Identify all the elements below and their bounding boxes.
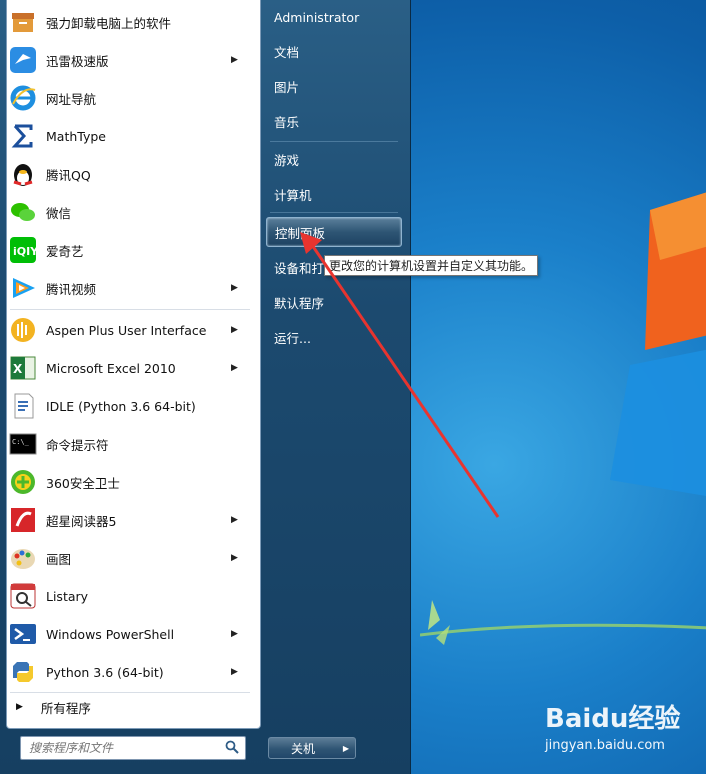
expand-arrow-icon: ▶ [16, 702, 23, 712]
sigma-icon [8, 121, 38, 151]
program-item[interactable]: 360安全卫士 [4, 464, 249, 500]
program-label: MathType [46, 128, 106, 144]
search-box[interactable] [20, 736, 246, 760]
program-item[interactable]: 腾讯QQ [4, 156, 249, 192]
ssreader-icon [8, 505, 38, 535]
games-link[interactable]: 游戏 [266, 144, 402, 174]
paint-palette-icon [8, 543, 38, 573]
program-label: 腾讯视频 [46, 281, 97, 297]
divider [270, 212, 398, 213]
user-name-link[interactable]: Administrator [266, 2, 402, 32]
tencent-video-icon [8, 273, 38, 303]
submenu-arrow-icon: ▶ [231, 363, 238, 373]
program-item[interactable]: iQIY 爱奇艺 [4, 232, 249, 268]
all-programs-label: 所有程序 [40, 700, 91, 716]
search-input[interactable] [27, 739, 221, 757]
program-item[interactable]: IDLE (Python 3.6 64-bit) [4, 388, 249, 424]
uninstall-box-icon [8, 7, 38, 37]
svg-text:iQIY: iQIY [13, 245, 37, 258]
control-panel-tooltip: 更改您的计算机设置并自定义其功能。 [324, 255, 539, 276]
program-label: Listary [46, 588, 89, 604]
python-icon [8, 657, 38, 687]
divider [10, 692, 250, 693]
program-item[interactable]: Windows PowerShell ▶ [4, 616, 249, 652]
control-panel-link[interactable]: 控制面板 [266, 217, 402, 247]
start-menu: 强力卸载电脑上的软件 迅雷极速版 ▶ 网址导航 MathType 腾讯QQ 微信 [0, 0, 411, 774]
chevron-right-icon: ▶ [342, 743, 350, 753]
360-icon [8, 467, 38, 497]
program-item[interactable]: 网址导航 [4, 80, 249, 116]
program-item[interactable]: 迅雷极速版 ▶ [4, 42, 249, 78]
submenu-arrow-icon: ▶ [231, 283, 238, 293]
baidu-watermark: Baidu经验 jingyan.baidu.com [545, 698, 705, 764]
aspen-icon [8, 315, 38, 345]
iqiyi-icon: iQIY [8, 235, 38, 265]
program-label: 360安全卫士 [46, 475, 120, 491]
grass-decoration [420, 600, 706, 645]
idle-icon [8, 391, 38, 421]
program-label: 强力卸载电脑上的软件 [46, 15, 172, 31]
submenu-arrow-icon: ▶ [231, 629, 238, 639]
shutdown-button[interactable]: 关机 [268, 737, 338, 759]
program-item[interactable]: 腾讯视频 ▶ [4, 270, 249, 306]
program-label: Python 3.6 (64-bit) [46, 664, 164, 680]
program-item[interactable]: 强力卸载电脑上的软件 [4, 4, 249, 40]
program-label: 爱奇艺 [46, 243, 84, 259]
program-item[interactable]: C:\_ 命令提示符 [4, 426, 249, 462]
svg-text:C:\_: C:\_ [12, 438, 30, 446]
program-label: 画图 [46, 551, 72, 567]
program-label: Aspen Plus User Interface [46, 322, 207, 338]
xunlei-bird-icon [8, 45, 38, 75]
submenu-arrow-icon: ▶ [231, 55, 238, 65]
svg-text:X: X [13, 362, 23, 376]
program-item[interactable]: 画图 ▶ [4, 540, 249, 576]
shutdown-options-button[interactable]: ▶ [337, 737, 356, 759]
documents-link[interactable]: 文档 [266, 36, 402, 66]
windows-logo [610, 192, 706, 496]
submenu-arrow-icon: ▶ [231, 553, 238, 563]
watermark-brand: Baidu经验 [545, 704, 681, 734]
pictures-link[interactable]: 图片 [266, 71, 402, 101]
submenu-arrow-icon: ▶ [231, 667, 238, 677]
listary-icon [8, 581, 38, 611]
cmd-icon: C:\_ [8, 429, 38, 459]
program-label: IDLE (Python 3.6 64-bit) [46, 398, 196, 414]
program-label: 网址导航 [46, 91, 97, 107]
program-item[interactable]: 超星阅读器5 ▶ [4, 502, 249, 538]
all-programs-button[interactable]: ▶ 所有程序 [4, 695, 249, 719]
program-label: 迅雷极速版 [46, 53, 109, 69]
program-item[interactable]: Python 3.6 (64-bit) ▶ [4, 654, 249, 690]
program-label: 命令提示符 [46, 437, 109, 453]
submenu-arrow-icon: ▶ [231, 325, 238, 335]
wechat-icon [8, 197, 38, 227]
program-label: 超星阅读器5 [46, 513, 117, 529]
submenu-arrow-icon: ▶ [231, 515, 238, 525]
program-item[interactable]: Listary [4, 578, 249, 614]
divider [10, 309, 250, 310]
program-item[interactable]: MathType [4, 118, 249, 154]
program-label: Windows PowerShell [46, 626, 175, 642]
program-label: 腾讯QQ [46, 167, 91, 183]
music-link[interactable]: 音乐 [266, 106, 402, 136]
watermark-url: jingyan.baidu.com [545, 738, 665, 753]
divider [270, 141, 398, 142]
qq-penguin-icon [8, 159, 38, 189]
run-link[interactable]: 运行... [266, 322, 402, 352]
default-programs-link[interactable]: 默认程序 [266, 287, 402, 317]
program-item[interactable]: 微信 [4, 194, 249, 230]
program-item[interactable]: Aspen Plus User Interface ▶ [4, 312, 249, 348]
powershell-icon [8, 619, 38, 649]
program-item[interactable]: X Microsoft Excel 2010 ▶ [4, 350, 249, 386]
program-label: Microsoft Excel 2010 [46, 360, 176, 376]
magnifier-icon[interactable] [225, 740, 239, 754]
excel-icon: X [8, 353, 38, 383]
ie-icon [8, 83, 38, 113]
program-label: 微信 [46, 205, 72, 221]
computer-link[interactable]: 计算机 [266, 179, 402, 209]
